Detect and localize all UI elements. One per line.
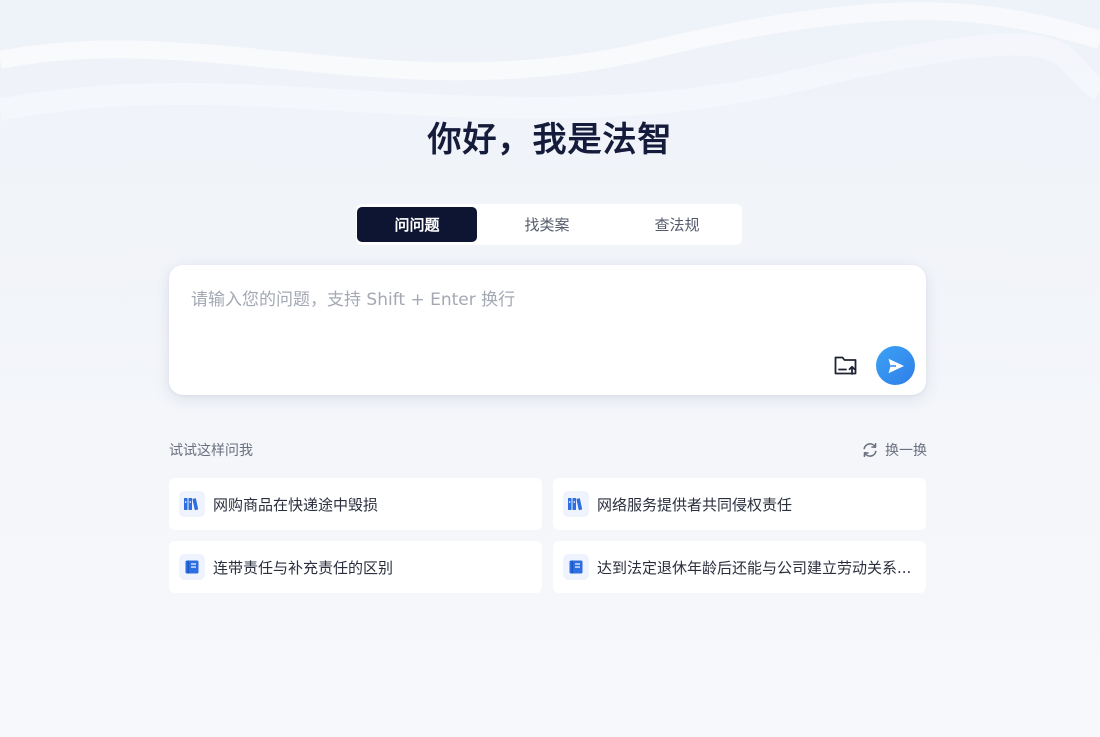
suggestion-label: 连带责任与补充责任的区别 [213,558,394,577]
suggestion-card[interactable]: 网络服务提供者共同侵权责任 [553,478,926,530]
question-input-box [169,265,926,395]
refresh-icon [863,443,877,457]
folder-upload-icon [834,356,857,375]
book-icon [179,554,205,580]
question-input[interactable] [189,283,893,347]
mode-tabs: 问问题 找类案 查法规 [356,204,742,245]
book-icon [563,554,589,580]
suggestions-header: 试试这样问我 换一换 [169,440,927,460]
refresh-label: 换一换 [885,443,927,459]
suggestion-card[interactable]: 连带责任与补充责任的区别 [169,541,542,593]
page-title: 你好，我是法智 [427,120,673,160]
send-icon [888,358,904,373]
tab-search-regulations[interactable]: 查法规 [617,207,737,242]
suggestion-label: 网络服务提供者共同侵权责任 [597,495,793,514]
suggestion-card[interactable]: 达到法定退休年龄后还能与公司建立劳动关系... [553,541,926,593]
suggestions-heading: 试试这样问我 [169,443,253,459]
books-icon [179,491,205,517]
books-icon [563,491,589,517]
suggestion-label: 网购商品在快递途中毁损 [213,495,379,514]
upload-file-button[interactable] [833,353,859,377]
suggestion-label: 达到法定退休年龄后还能与公司建立劳动关系... [597,558,912,577]
send-button[interactable] [876,346,915,385]
tab-find-cases[interactable]: 找类案 [487,207,607,242]
tab-ask-question[interactable]: 问问题 [357,207,477,242]
refresh-suggestions-button[interactable]: 换一换 [861,440,927,460]
suggestion-card[interactable]: 网购商品在快递途中毁损 [169,478,542,530]
background-decoration [0,2,1100,121]
